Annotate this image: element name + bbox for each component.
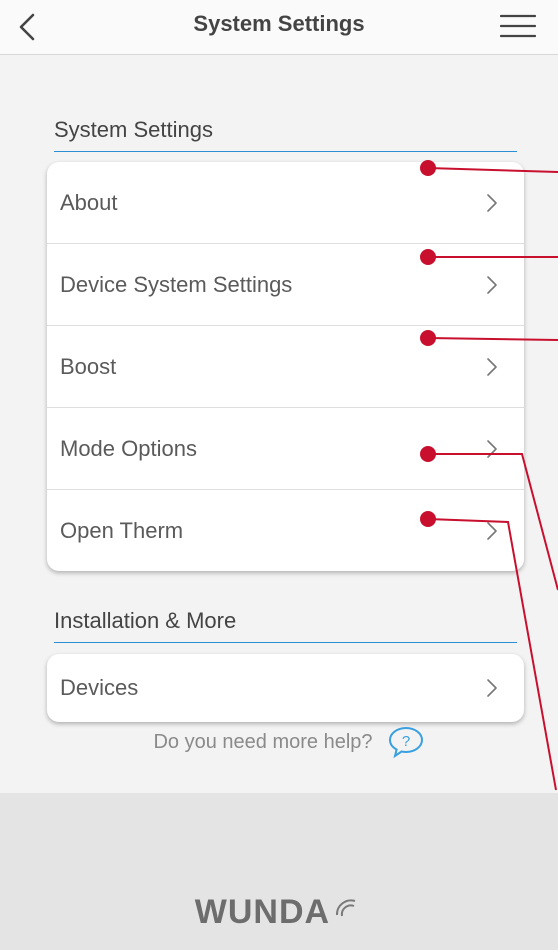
settings-item-boost[interactable]: Boost <box>47 326 524 408</box>
installation-card: Devices <box>47 654 524 722</box>
hamburger-menu-icon <box>499 14 537 38</box>
settings-content: System Settings About Device System Sett… <box>0 55 558 793</box>
help-link[interactable]: Do you need more help? ? <box>0 725 558 759</box>
navigation-bar: System Settings <box>0 0 558 55</box>
menu-button[interactable] <box>499 12 537 40</box>
settings-item-label: Devices <box>60 675 139 700</box>
chevron-right-icon <box>487 193 497 212</box>
question-bubble-icon[interactable]: ? <box>387 725 425 759</box>
settings-item-label: Device System Settings <box>60 271 293 297</box>
logo-text: WUNDA <box>194 893 329 931</box>
wifi-signal-icon <box>336 899 356 917</box>
settings-item-label: Boost <box>60 353 117 379</box>
section-title-system-settings: System Settings <box>54 117 517 152</box>
settings-item-device-system-settings[interactable]: Device System Settings <box>47 244 524 326</box>
settings-item-devices[interactable]: Devices <box>47 654 524 722</box>
page-title: System Settings <box>193 11 365 36</box>
footer: WUNDA <box>0 793 558 950</box>
settings-item-label: About <box>60 189 118 215</box>
wunda-logo: WUNDA <box>0 893 558 932</box>
section-title-installation: Installation & More <box>54 608 517 643</box>
settings-item-mode-options[interactable]: Mode Options <box>47 408 524 490</box>
chevron-right-icon <box>487 439 497 458</box>
chevron-right-icon <box>487 679 497 697</box>
chevron-right-icon <box>487 357 497 376</box>
svg-text:?: ? <box>401 733 409 750</box>
system-settings-card: About Device System Settings Boost Mode … <box>47 162 524 571</box>
settings-item-label: Mode Options <box>60 435 197 461</box>
settings-item-label: Open Therm <box>60 517 184 543</box>
settings-item-about[interactable]: About <box>47 162 524 244</box>
chevron-right-icon <box>487 521 497 540</box>
settings-item-open-therm[interactable]: Open Therm <box>47 490 524 571</box>
chevron-right-icon <box>487 275 497 294</box>
help-text: Do you need more help? <box>153 730 373 753</box>
